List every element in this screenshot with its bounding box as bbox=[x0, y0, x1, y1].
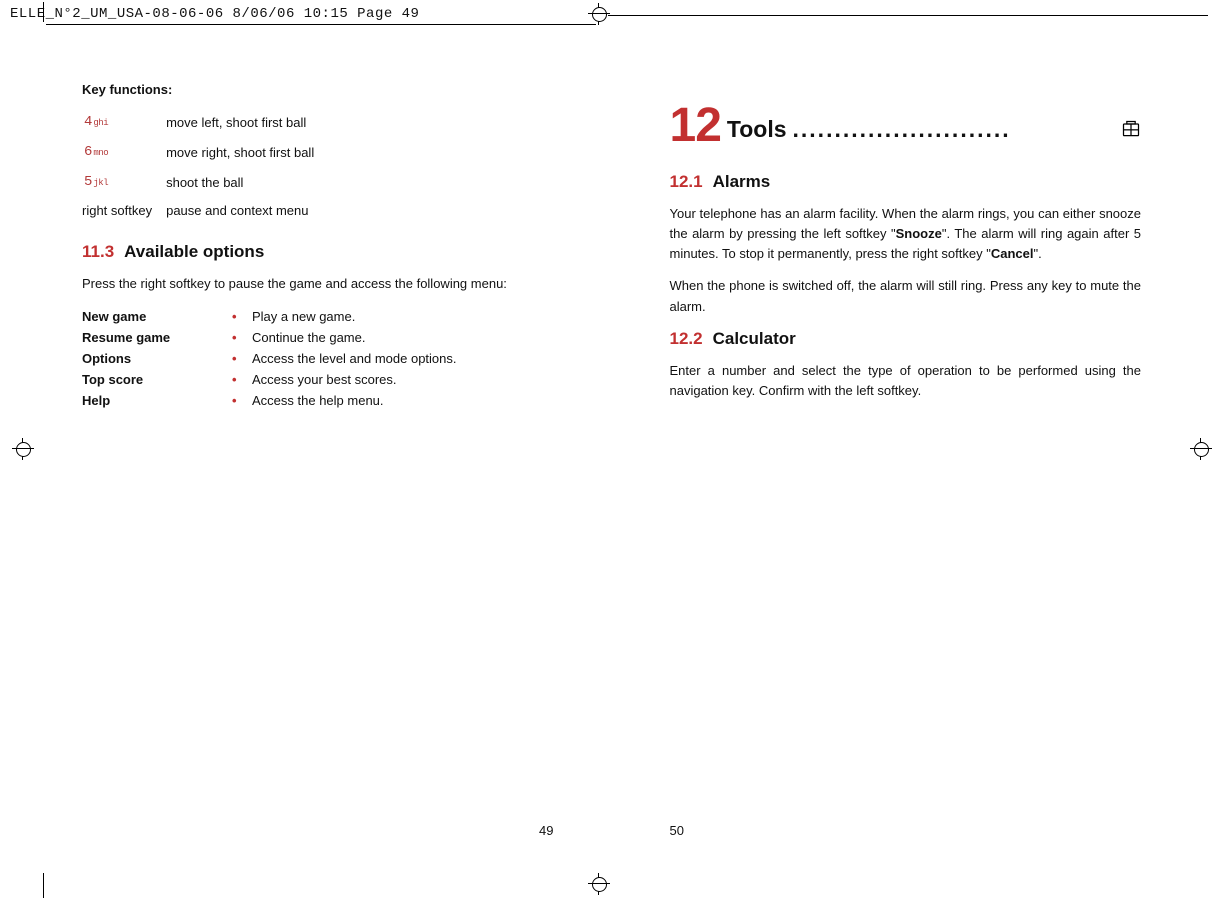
registration-mark-icon bbox=[1190, 438, 1212, 460]
registration-mark-icon bbox=[12, 438, 34, 460]
table-row: 5jkl shoot the ball bbox=[82, 167, 328, 197]
key-right-softkey: right softkey bbox=[82, 197, 166, 224]
table-row: Help•Access the help menu. bbox=[82, 390, 457, 411]
key-5-icon: 5jkl bbox=[82, 173, 120, 191]
chapter-number: 12 bbox=[670, 102, 721, 150]
page-49: Key functions: 4ghi move left, shoot fir… bbox=[46, 50, 612, 858]
page-number: 50 bbox=[670, 823, 684, 838]
section-12-1-heading: 12.1Alarms bbox=[670, 172, 1142, 192]
key-description: move left, shoot first ball bbox=[166, 107, 328, 137]
calculator-paragraph: Enter a number and select the type of op… bbox=[670, 361, 1142, 401]
chapter-dots: .......................... bbox=[793, 116, 1115, 143]
page-number: 49 bbox=[539, 823, 553, 838]
crop-mark bbox=[43, 873, 45, 898]
crop-mark bbox=[43, 2, 56, 22]
alarms-paragraph-1: Your telephone has an alarm facility. Wh… bbox=[670, 204, 1142, 264]
table-row: right softkey pause and context menu bbox=[82, 197, 328, 224]
chapter-title: Tools bbox=[727, 116, 787, 143]
section-11-3-heading: 11.3Available options bbox=[82, 242, 554, 262]
tools-icon bbox=[1121, 119, 1141, 139]
key-description: move right, shoot first ball bbox=[166, 137, 328, 167]
section-12-2-heading: 12.2Calculator bbox=[670, 329, 1142, 349]
crop-line bbox=[608, 15, 1208, 16]
key-6-icon: 6mno bbox=[82, 143, 120, 161]
print-slug: ELLE_N°2_UM_USA-08-06-06 8/06/06 10:15 P… bbox=[10, 6, 419, 22]
table-row: Options•Access the level and mode option… bbox=[82, 348, 457, 369]
registration-mark-icon bbox=[588, 3, 610, 25]
alarms-paragraph-2: When the phone is switched off, the alar… bbox=[670, 276, 1142, 316]
key-description: shoot the ball bbox=[166, 167, 328, 197]
key-description: pause and context menu bbox=[166, 197, 328, 224]
table-row: Resume game•Continue the game. bbox=[82, 327, 457, 348]
table-row: New game•Play a new game. bbox=[82, 306, 457, 327]
table-row: Top score•Access your best scores. bbox=[82, 369, 457, 390]
key-functions-heading: Key functions: bbox=[82, 82, 554, 97]
key-functions-table: 4ghi move left, shoot first ball 6mno mo… bbox=[82, 107, 328, 224]
page-50: 12 Tools .......................... 12.1… bbox=[612, 50, 1178, 858]
section-intro: Press the right softkey to pause the gam… bbox=[82, 274, 554, 294]
key-4-icon: 4ghi bbox=[82, 113, 120, 131]
registration-mark-icon bbox=[588, 873, 610, 895]
page-spread: Key functions: 4ghi move left, shoot fir… bbox=[46, 50, 1177, 858]
crop-line bbox=[46, 24, 596, 25]
options-table: New game•Play a new game. Resume game•Co… bbox=[82, 306, 457, 411]
table-row: 4ghi move left, shoot first ball bbox=[82, 107, 328, 137]
chapter-heading: 12 Tools .......................... bbox=[670, 102, 1142, 150]
table-row: 6mno move right, shoot first ball bbox=[82, 137, 328, 167]
